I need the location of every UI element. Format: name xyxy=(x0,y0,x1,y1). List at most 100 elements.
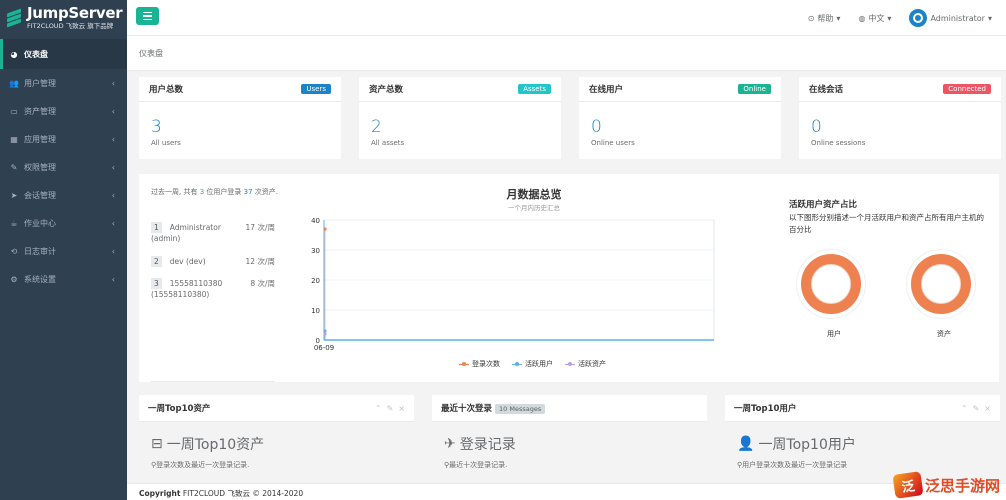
user-pie-label: 用户 xyxy=(827,330,841,338)
language-menu[interactable]: ◍ 中文 ▾ xyxy=(858,13,891,24)
asset-pie-label: 资产 xyxy=(937,330,951,338)
stat-title: 在线用户 xyxy=(589,85,624,95)
stat-subtitle: Online sessions xyxy=(811,139,866,147)
sidebar-item-0[interactable]: ◕ 仪表盘 xyxy=(0,39,127,69)
language-label: 中文 xyxy=(868,13,885,23)
chart-title: 月数据总览 xyxy=(506,188,562,201)
stat-card: 在线会话 Connected 0 Online sessions xyxy=(799,77,1001,159)
rank-number: 3 xyxy=(151,278,162,289)
help-menu[interactable]: ⊙ 帮助 ▾ xyxy=(808,13,841,24)
paper-plane-icon: ✈ xyxy=(444,436,456,452)
user-menu[interactable]: Administrator ▾ xyxy=(909,9,992,27)
panel-description: 用户登录次数及最近一次登录记录 xyxy=(742,461,848,469)
messages-badge: 10 Messages xyxy=(495,404,546,414)
legend-label: 活跃资产 xyxy=(578,360,606,368)
y-tick-label: 30 xyxy=(311,247,320,255)
rank-count: 8 次/周 xyxy=(250,279,275,288)
sidebar-item-label: 作业中心 xyxy=(24,218,56,228)
stat-value[interactable]: 3 xyxy=(151,117,341,137)
sidebar-item-label: 权限管理 xyxy=(24,162,56,172)
sidebar-item-4[interactable]: ✎ 权限管理 ‹ xyxy=(0,153,127,181)
rank-count: 12 次/周 xyxy=(245,257,275,266)
gears-icon: ⚙ xyxy=(10,274,18,284)
stat-badge: Assets xyxy=(518,84,551,94)
sidebar-item-label: 应用管理 xyxy=(24,134,56,144)
help-icon: ⊙ xyxy=(807,13,815,23)
rank-user: dev (dev) xyxy=(169,257,206,266)
pie-section-title: 活跃用户资产占比 xyxy=(789,200,858,210)
coffee-icon: ☕ xyxy=(10,218,18,228)
sidebar-item-label: 会话管理 xyxy=(24,190,56,200)
panel-title: 一周Top10资产 xyxy=(148,404,211,414)
chart-legend: 登录次数 活跃用户 活跃资产 xyxy=(459,359,606,369)
sidebar-nav: ◕ 仪表盘 👥 用户管理 ‹ ▭ 资产管理 ‹ ▦ 应用管理 ‹ ✎ 权限管理 ‹ ➤ … xyxy=(0,39,127,293)
chevron-down-icon: ▾ xyxy=(887,13,892,23)
x-tick-label: 06-09 xyxy=(314,344,334,352)
legend-swatch xyxy=(459,361,469,366)
collapse-icon[interactable]: ⌃ xyxy=(375,404,382,413)
dashboard-icon: ◕ xyxy=(10,49,18,59)
chevron-left-icon: ‹ xyxy=(111,274,115,284)
rocket-icon: ➤ xyxy=(10,190,18,200)
logo[interactable]: JumpServer FIT2CLOUD 飞致云 旗下品牌 xyxy=(0,0,127,36)
user-pie-chart[interactable] xyxy=(796,249,866,319)
rank-number: 1 xyxy=(151,222,162,233)
y-tick-label: 40 xyxy=(311,217,320,225)
legend-label: 活跃用户 xyxy=(525,360,553,368)
logo-subtitle: FIT2CLOUD 飞致云 旗下品牌 xyxy=(27,22,114,31)
user-icon: 👤 xyxy=(737,436,755,452)
sidebar-item-label: 仪表盘 xyxy=(24,49,48,59)
collapse-icon[interactable]: ⌃ xyxy=(961,404,968,413)
chevron-left-icon: ‹ xyxy=(111,162,115,172)
stat-value[interactable]: 0 xyxy=(591,117,781,137)
list-item: 1 Administrator 17 次/周 (admin) xyxy=(151,222,275,244)
breadcrumb: 仪表盘 xyxy=(127,36,1006,71)
stat-value[interactable]: 0 xyxy=(811,117,1001,137)
monthly-line-chart: 01020304006-09 xyxy=(311,217,715,352)
stat-value[interactable]: 2 xyxy=(371,117,561,137)
chevron-left-icon: ‹ xyxy=(111,134,115,144)
sidebar-item-label: 用户管理 xyxy=(24,78,56,88)
hdd-icon: ⊟ xyxy=(151,436,163,452)
sidebar-item-8[interactable]: ⚙ 系统设置 ‹ xyxy=(0,265,127,293)
stat-title: 用户总数 xyxy=(149,85,184,95)
wrench-icon[interactable]: ✎ xyxy=(387,404,394,413)
pie-section-description: 以下图形分别描述一个月活跃用户和资产占所有用户主机的百分比 xyxy=(789,213,984,234)
wrench-icon[interactable]: ✎ xyxy=(973,404,980,413)
sidebar-item-1[interactable]: 👥 用户管理 ‹ xyxy=(0,69,127,97)
sidebar-item-2[interactable]: ▭ 资产管理 ‹ xyxy=(0,97,127,125)
chevron-left-icon: ‹ xyxy=(111,78,115,88)
history-icon: ⟲ xyxy=(10,246,18,256)
stat-badge: Users xyxy=(301,84,331,94)
sidebar: JumpServer FIT2CLOUD 飞致云 旗下品牌 ◕ 仪表盘 👥 用户… xyxy=(0,0,127,500)
sidebar-item-5[interactable]: ➤ 会话管理 ‹ xyxy=(0,181,127,209)
asset-pie-chart[interactable] xyxy=(906,249,976,319)
legend-swatch xyxy=(512,361,522,366)
y-tick-label: 10 xyxy=(311,307,320,315)
close-icon[interactable]: × xyxy=(984,404,991,413)
close-icon[interactable]: × xyxy=(398,404,405,413)
panel-description: 最近十次登录记录. xyxy=(449,461,508,469)
stat-title: 资产总数 xyxy=(369,85,404,95)
stat-badge: Online xyxy=(738,84,771,94)
sidebar-item-6[interactable]: ☕ 作业中心 ‹ xyxy=(0,209,127,237)
stat-card: 资产总数 Assets 2 All assets xyxy=(359,77,561,159)
chevron-down-icon: ▾ xyxy=(987,13,992,23)
summary-login-count: 37 xyxy=(243,188,253,196)
chevron-left-icon: ‹ xyxy=(111,190,115,200)
legend-item[interactable]: 活跃资产 xyxy=(565,359,606,369)
sidebar-item-3[interactable]: ▦ 应用管理 ‹ xyxy=(0,125,127,153)
stat-subtitle: All assets xyxy=(371,139,405,147)
chart-subtitle: 一个月内历史汇总 xyxy=(508,204,560,212)
menu-toggle-button[interactable] xyxy=(136,7,159,25)
legend-item[interactable]: 登录次数 xyxy=(459,359,500,369)
rank-user: 15558110380 xyxy=(169,279,223,288)
legend-item[interactable]: 活跃用户 xyxy=(512,359,553,369)
sidebar-item-7[interactable]: ⟲ 日志审计 ‹ xyxy=(0,237,127,265)
globe-icon: ◍ xyxy=(858,13,866,23)
panel-description: 登录次数及最近一次登录记录. xyxy=(156,461,250,469)
chevron-left-icon: ‹ xyxy=(111,106,115,116)
grid-icon: ▦ xyxy=(10,134,18,144)
logo-title: JumpServer xyxy=(27,4,123,23)
help-label: 帮助 xyxy=(817,13,834,23)
